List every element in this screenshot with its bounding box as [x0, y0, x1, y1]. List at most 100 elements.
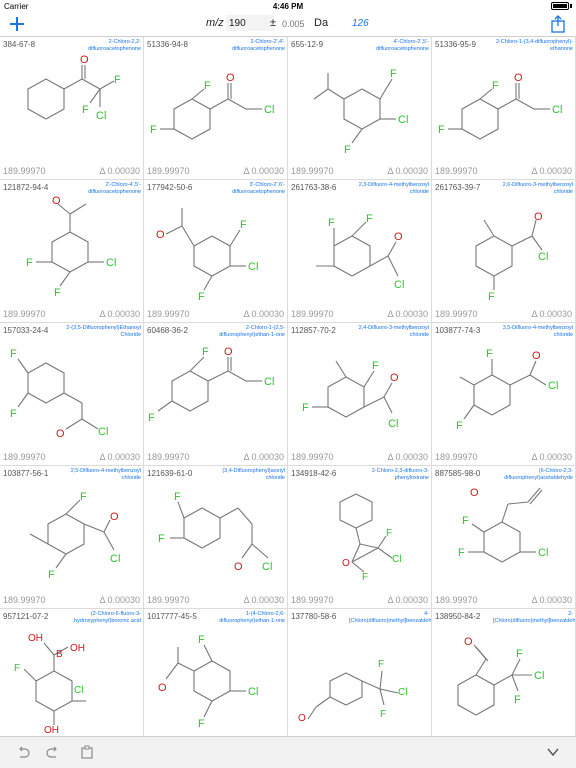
svg-text:F: F	[456, 420, 463, 432]
result-count[interactable]: 126	[352, 18, 369, 29]
atom-label: F	[114, 74, 121, 86]
status-bar: Carrier 4:46 PM	[0, 0, 576, 14]
result-cell[interactable]: 121872-94-4 2'-Chloro-4',5'-difluoroacet…	[0, 180, 144, 323]
svg-text:Cl: Cl	[98, 426, 108, 438]
result-cell[interactable]: 51336-95-9 2-Chloro-1-(3,4-difluoropheny…	[432, 37, 576, 180]
exact-mass: 189.99970	[147, 166, 190, 176]
result-cell[interactable]: 261763-39-7 2,6-Difluoro-3-methylbenzoyl…	[432, 180, 576, 323]
svg-text:F: F	[362, 572, 368, 583]
result-cell[interactable]: 103877-56-1 2,5-Difluoro-4-methylbenzoyl…	[0, 466, 144, 609]
svg-text:O: O	[532, 350, 541, 362]
svg-text:F: F	[386, 528, 392, 539]
exact-mass: 189.99970	[291, 166, 334, 176]
structure-diagram: F F O Cl	[456, 348, 558, 432]
exact-mass: 189.99970	[147, 309, 190, 319]
toolbar: m/z ± Da 126	[0, 14, 576, 37]
cas-number: 887585-98-0	[435, 469, 481, 478]
tolerance-input[interactable]	[280, 15, 314, 33]
structure-diagram: F O Cl F	[148, 346, 274, 424]
svg-text:Cl: Cl	[74, 685, 83, 696]
svg-text:Cl: Cl	[538, 547, 548, 559]
cas-number: 112857-70-2	[291, 326, 336, 335]
svg-text:F: F	[458, 547, 465, 559]
structure-diagram: O F Cl F	[298, 659, 407, 724]
cas-number: 137780-58-6	[291, 612, 337, 621]
structure-diagram: F F O Cl	[158, 491, 272, 573]
structure-diagram: B OH OH F Cl OH	[14, 633, 86, 733]
svg-text:Cl: Cl	[110, 553, 120, 565]
svg-text:F: F	[198, 291, 205, 303]
result-cell[interactable]: 134918-42-6 2-Chloro-2,3-difluoro-3-phen…	[288, 466, 432, 609]
atom-label: Cl	[96, 110, 106, 122]
result-cell[interactable]: 655-12-9 4'-Chloro-2',5'-difluoroacetoph…	[288, 37, 432, 180]
undo-icon[interactable]	[16, 745, 30, 759]
svg-text:F: F	[10, 408, 17, 420]
result-cell[interactable]: 51336-94-8 2-Chloro-2',4'-difluoroacetop…	[144, 37, 288, 180]
add-button[interactable]	[8, 15, 26, 33]
svg-text:F: F	[174, 491, 181, 503]
svg-text:F: F	[54, 287, 61, 299]
result-cell[interactable]: 137780-58-6 4-[Chloro(difluoro)methyl]be…	[288, 609, 432, 736]
structure-diagram: O F F Cl	[458, 487, 548, 563]
share-icon[interactable]	[550, 15, 566, 33]
mass-delta: Δ 0.00030	[99, 595, 140, 605]
result-cell[interactable]: 887585-98-0 (6-Chloro-2,3-difluorophenyl…	[432, 466, 576, 609]
structure-diagram: O F Cl F	[457, 636, 544, 716]
exact-mass: 189.99970	[291, 595, 334, 605]
svg-text:F: F	[372, 360, 379, 372]
result-cell[interactable]: 121639-61-0 (3,4-Difluorophenyl)acetyl c…	[144, 466, 288, 609]
cas-number: 51336-94-8	[147, 40, 188, 49]
result-cell[interactable]: 1017777-45-5 1-(4-Chloro-2,6-difluorophe…	[144, 609, 288, 736]
svg-text:O: O	[52, 195, 61, 207]
svg-text:Cl: Cl	[388, 418, 398, 430]
svg-text:F: F	[486, 348, 493, 360]
svg-text:B: B	[56, 649, 63, 660]
structure-diagram: F Cl F	[313, 68, 408, 156]
svg-text:F: F	[240, 219, 247, 231]
svg-text:F: F	[14, 663, 20, 674]
chevron-down-icon[interactable]	[546, 745, 560, 759]
svg-text:F: F	[10, 348, 17, 360]
result-cell[interactable]: 384-67-8 2-Chloro-2,2-difluoroacetopheno…	[0, 37, 144, 180]
result-cell[interactable]: 177942-50-6 3'-Chloro-2',6'-difluoroacet…	[144, 180, 288, 323]
svg-text:OH: OH	[28, 633, 43, 644]
svg-text:F: F	[328, 217, 335, 229]
svg-text:Cl: Cl	[548, 380, 558, 392]
result-cell[interactable]: 138950-84-2 2-[Chloro(difluoro)methyl]be…	[432, 609, 576, 736]
svg-text:F: F	[514, 694, 521, 706]
svg-text:F: F	[366, 213, 373, 225]
mass-delta: Δ 0.00030	[99, 452, 140, 462]
result-cell[interactable]: 112857-70-2 2,4-Difluoro-3-methylbenzoyl…	[288, 323, 432, 466]
redo-icon[interactable]	[46, 745, 60, 759]
svg-text:F: F	[80, 491, 87, 503]
exact-mass: 189.99970	[435, 595, 478, 605]
result-cell[interactable]: 60468-36-2 2-Chloro-1-(2,5-difluoropheny…	[144, 323, 288, 466]
structure-diagram: F Cl O F	[339, 493, 401, 583]
cas-number: 261763-38-6	[291, 183, 337, 192]
structure-diagram: F F O Cl	[316, 213, 404, 291]
svg-text:O: O	[390, 372, 399, 384]
mz-input[interactable]	[226, 15, 274, 31]
mass-delta: Δ 0.00030	[531, 595, 572, 605]
clipboard-icon[interactable]	[80, 745, 94, 759]
result-cell[interactable]: 157033-24-4 2-(3,5-Difluorophenyl)Ethano…	[0, 323, 144, 466]
cas-number: 121872-94-4	[3, 183, 49, 192]
result-cell[interactable]: 261763-38-6 2,3-Difluoro-4-methylbenzoyl…	[288, 180, 432, 323]
svg-text:F: F	[492, 80, 499, 92]
mass-delta: Δ 0.00030	[243, 595, 284, 605]
svg-text:O: O	[342, 558, 350, 569]
svg-text:F: F	[344, 144, 351, 156]
battery-icon	[551, 2, 572, 10]
result-cell[interactable]: 957121-07-2 (2-Chloro-6-fluoro-3-hydroxy…	[0, 609, 144, 736]
atom-label: O	[80, 54, 89, 66]
exact-mass: 189.99970	[3, 595, 46, 605]
svg-text:OH: OH	[70, 643, 85, 654]
result-cell[interactable]: 103877-74-3 3,5-Difluoro-4-methylbenzoyl…	[432, 323, 576, 466]
exact-mass: 189.99970	[435, 452, 478, 462]
exact-mass: 189.99970	[435, 309, 478, 319]
svg-text:Cl: Cl	[262, 561, 272, 573]
svg-text:Cl: Cl	[392, 554, 401, 565]
svg-text:O: O	[464, 636, 473, 648]
exact-mass: 189.99970	[435, 166, 478, 176]
svg-text:F: F	[302, 402, 309, 414]
